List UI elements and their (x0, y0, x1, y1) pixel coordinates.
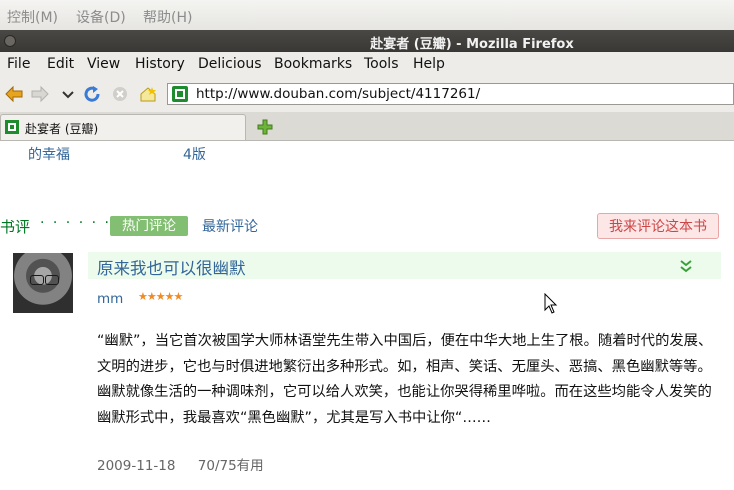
reload-icon[interactable] (83, 85, 103, 103)
related-link-2[interactable]: 4版 (183, 144, 206, 164)
window-title: 赴宴者 (豆瓣) - Mozilla Firefox (370, 37, 574, 52)
tab-new-reviews[interactable]: 最新评论 (202, 216, 258, 236)
menu-view[interactable]: View (87, 56, 120, 72)
page-content: 的幸福 4版 书评 · · · · · · 热门评论 最新评论 我来评论这本书 … (0, 141, 734, 490)
menu-bookmarks[interactable]: Bookmarks (274, 56, 352, 72)
avatar-glasses-left (30, 275, 44, 285)
menu-delicious[interactable]: Delicious (198, 56, 262, 72)
menu-help[interactable]: Help (413, 56, 445, 72)
tab-hot-reviews[interactable]: 热门评论 (110, 216, 188, 236)
section-title-reviews: 书评 (0, 218, 31, 236)
navigation-toolbar (0, 76, 734, 113)
menu-file[interactable]: File (7, 56, 30, 72)
history-dropdown-chevron-icon[interactable] (58, 85, 78, 103)
mouse-cursor-icon (544, 293, 558, 314)
tab-label: 赴宴者 (豆瓣) (25, 122, 99, 136)
browser-menubar: File Edit View History Delicious Bookmar… (0, 52, 734, 76)
menu-history[interactable]: History (135, 56, 185, 72)
avatar-glasses-right (45, 275, 59, 285)
expand-double-chevron-icon[interactable] (679, 259, 693, 273)
review-useful-count: 70/75有用 (197, 458, 264, 474)
rating-stars: ★★★★★ (138, 290, 183, 303)
stop-icon[interactable] (110, 85, 130, 103)
avatar[interactable] (13, 253, 73, 313)
tab-favicon-icon (5, 120, 19, 134)
vm-menu-control[interactable]: 控制(M) (7, 7, 58, 27)
url-input[interactable] (196, 85, 716, 103)
review-title[interactable]: 原来我也可以很幽默 (97, 255, 246, 279)
vm-menu-help[interactable]: 帮助(H) (143, 7, 192, 27)
forward-arrow-icon[interactable] (30, 85, 50, 103)
site-favicon-icon (172, 86, 188, 102)
review-date: 2009-11-18 (97, 458, 176, 474)
review-header: 原来我也可以很幽默 (88, 252, 721, 279)
menu-edit[interactable]: Edit (47, 56, 74, 72)
vm-menu-bar: 控制(M) 设备(D) 帮助(H) (0, 0, 734, 31)
write-review-button[interactable]: 我来评论这本书 (597, 213, 719, 239)
tab-bar: 赴宴者 (豆瓣) (0, 112, 734, 141)
back-arrow-icon[interactable] (4, 85, 24, 103)
vm-menu-devices[interactable]: 设备(D) (76, 7, 126, 27)
url-bar[interactable] (167, 83, 734, 105)
home-star-icon[interactable] (138, 85, 158, 103)
tab-current[interactable]: 赴宴者 (豆瓣) (0, 114, 246, 140)
review-body: “幽默”，当它首次被国学大师林语堂先生带入中国后，便在中华大地上生了根。随着时代… (97, 333, 713, 426)
menu-tools[interactable]: Tools (364, 56, 399, 72)
related-link-1[interactable]: 的幸福 (28, 144, 70, 164)
section-dots: · · · · · · (40, 215, 111, 231)
new-tab-plus-icon[interactable] (256, 118, 274, 136)
window-titlebar: 赴宴者 (豆瓣) - Mozilla Firefox (0, 30, 734, 52)
review-meta: 2009-11-18 70/75有用 (97, 454, 282, 474)
review-author[interactable]: mm (97, 291, 123, 307)
